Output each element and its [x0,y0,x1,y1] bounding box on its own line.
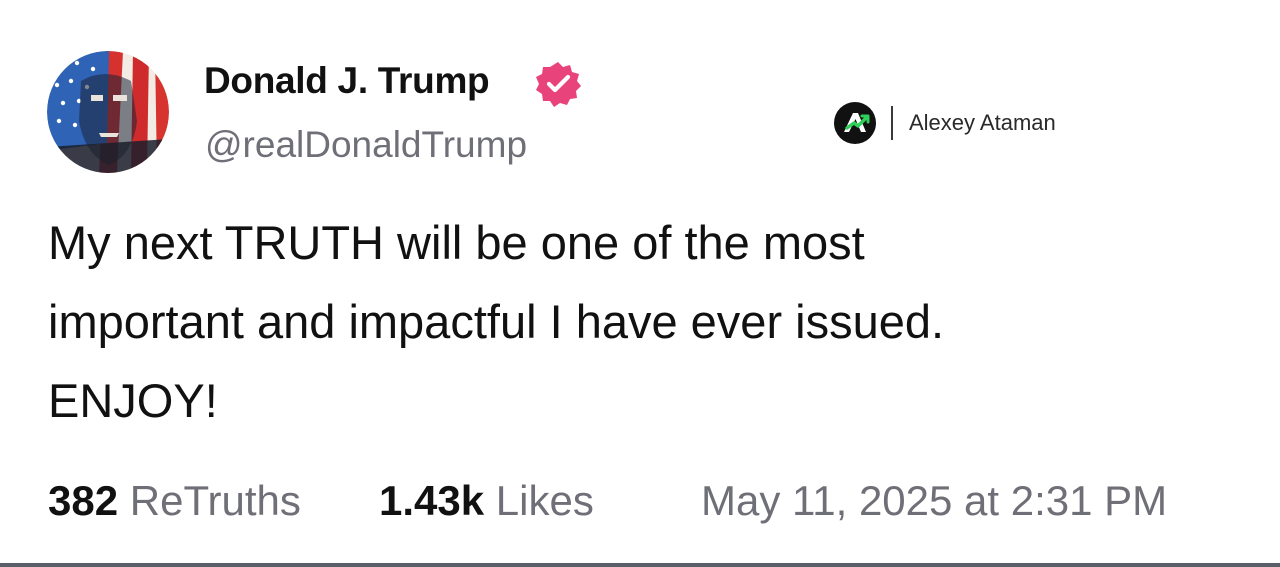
watermark-divider [891,106,893,140]
post-timestamp[interactable]: May 11, 2025 at 2:31 PM [701,477,1167,525]
likes-label: Likes [495,477,594,524]
retruths-count: 382 [48,477,119,524]
watermark-text: Alexey Ataman [909,110,1056,135]
flag-portrait-avatar [47,51,169,173]
alexey-ataman-logo-icon [834,102,876,144]
verified-badge-icon [533,59,583,109]
truth-post: Donald J. Trump @realDonaldTrump Alexey … [0,0,1280,567]
retruths-label: ReTruths [129,477,301,524]
author-name[interactable]: Donald J. Trump [204,60,490,102]
likes-count: 1.43k [379,477,485,524]
post-line: ENJOY! [48,374,218,427]
retruths-stat[interactable]: 382 ReTruths [48,477,301,525]
post-line: My next TRUTH will be one of the most [48,216,865,269]
author-avatar[interactable] [47,51,169,173]
post-line: important and impactful I have ever issu… [48,295,945,348]
post-body: My next TRUTH will be one of the most im… [48,203,1248,440]
bottom-divider [0,563,1280,567]
likes-stat[interactable]: 1.43k Likes [379,477,594,525]
post-stats: 382 ReTruths 1.43k Likes May 11, 2025 at… [48,477,1248,533]
watermark: Alexey Ataman [833,101,1056,145]
author-handle[interactable]: @realDonaldTrump [205,124,527,166]
